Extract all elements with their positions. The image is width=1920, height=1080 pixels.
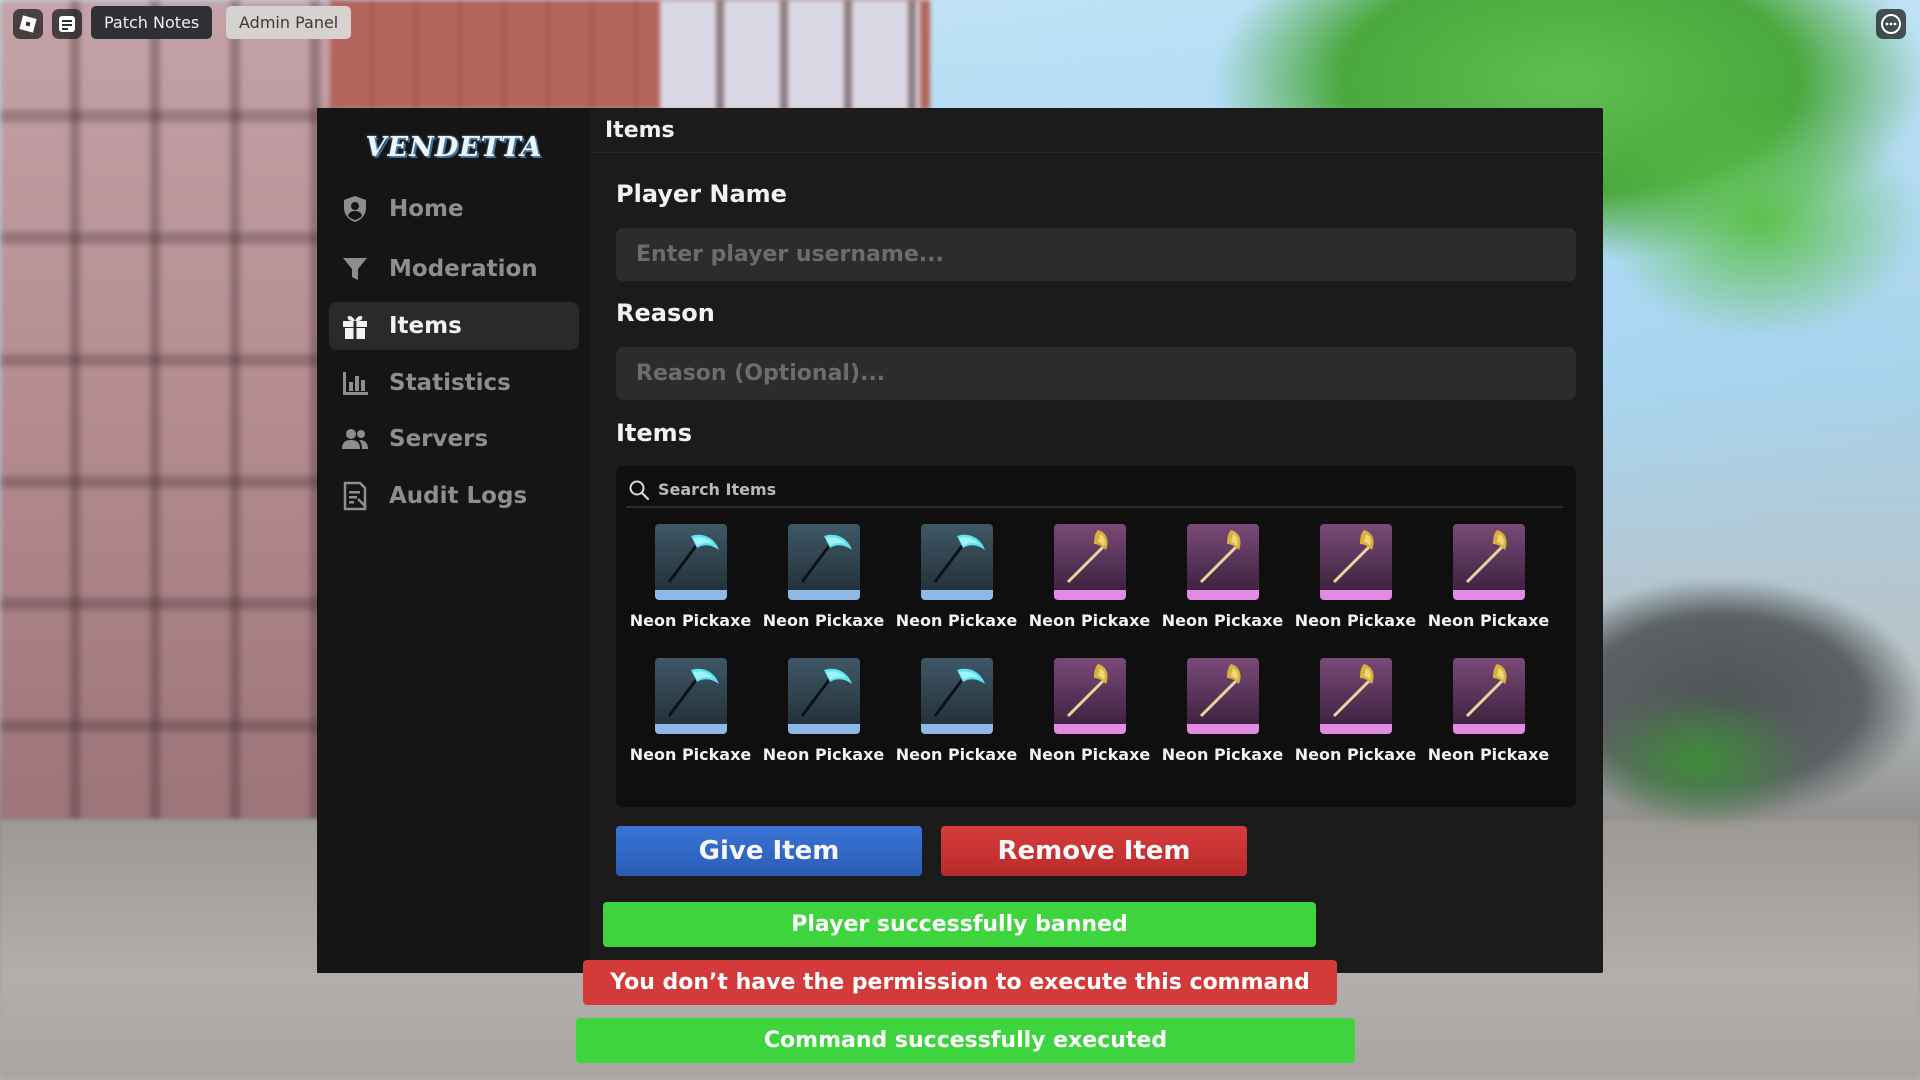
item-card[interactable]: Neon Pickaxe [1023,658,1156,764]
sidebar-item-label: Audit Logs [389,483,528,509]
item-name: Neon Pickaxe [629,611,752,630]
item-name: Neon Pickaxe [1161,745,1284,764]
item-card[interactable]: Neon Pickaxe [1422,658,1555,764]
reason-label: Reason [616,299,715,327]
player-name-label: Player Name [616,180,787,208]
sidebar-item-items[interactable]: Items [329,302,579,350]
item-grid: Neon Pickaxe Neon Pickaxe Neon Pickaxe Neon… [624,524,1569,764]
item-name: Neon Pickaxe [1294,611,1417,630]
ellipsis-circle-icon [1881,14,1901,34]
gold-pickaxe-thumbnail [1452,658,1525,734]
background-palm-tree-right [1600,100,1920,340]
item-card[interactable]: Neon Pickaxe [624,524,757,630]
item-card[interactable]: Neon Pickaxe [890,658,1023,764]
item-card[interactable]: Neon Pickaxe [1422,524,1555,630]
gold-pickaxe-thumbnail [1452,524,1525,600]
users-icon [339,423,371,455]
item-card[interactable]: Neon Pickaxe [1156,658,1289,764]
item-name: Neon Pickaxe [1294,745,1417,764]
background-building [0,0,340,820]
item-name: Neon Pickaxe [762,611,885,630]
item-name: Neon Pickaxe [1028,745,1151,764]
item-search-input[interactable] [658,480,1563,499]
funnel-icon [339,253,371,285]
cyan-pickaxe-thumbnail [920,524,993,600]
sidebar-item-home[interactable]: Home [329,185,579,233]
item-name: Neon Pickaxe [762,745,885,764]
cyan-pickaxe-thumbnail [787,658,860,734]
bar-chart-icon [339,367,371,399]
sidebar-item-label: Moderation [389,256,538,282]
more-options-button[interactable] [1876,9,1906,39]
item-card[interactable]: Neon Pickaxe [890,524,1023,630]
cyan-pickaxe-thumbnail [920,658,993,734]
shield-user-icon [339,193,371,225]
items-container: Neon Pickaxe Neon Pickaxe Neon Pickaxe Neon… [616,466,1576,807]
remove-item-button[interactable]: Remove Item [941,826,1247,876]
tab-patch-notes[interactable]: Patch Notes [91,6,213,39]
gold-pickaxe-thumbnail [1053,658,1126,734]
page-title: Items [590,108,1603,153]
notes-icon [59,16,75,32]
item-name: Neon Pickaxe [629,745,752,764]
sidebar-item-audit-logs[interactable]: Audit Logs [329,472,579,520]
gold-pickaxe-thumbnail [1186,524,1259,600]
give-item-button[interactable]: Give Item [616,826,922,876]
item-card[interactable]: Neon Pickaxe [624,658,757,764]
sidebar-item-statistics[interactable]: Statistics [329,359,579,407]
background-window [660,0,920,110]
item-name: Neon Pickaxe [895,745,1018,764]
cyan-pickaxe-thumbnail [654,524,727,600]
notification-error: You don’t have the permission to execute… [583,960,1337,1005]
item-card[interactable]: Neon Pickaxe [1289,524,1422,630]
notification-success: Command successfully executed [576,1018,1355,1063]
document-icon [339,480,371,512]
player-name-input[interactable] [616,228,1576,281]
sidebar-item-label: Items [389,313,462,339]
gold-pickaxe-thumbnail [1186,658,1259,734]
items-label: Items [616,419,692,447]
item-name: Neon Pickaxe [1427,611,1550,630]
item-card[interactable]: Neon Pickaxe [757,524,890,630]
gift-icon [339,310,371,342]
sidebar-item-label: Servers [389,426,489,452]
sidebar-item-label: Home [389,196,464,222]
sidebar-item-servers[interactable]: Servers [329,415,579,463]
item-name: Neon Pickaxe [1427,745,1550,764]
gold-pickaxe-thumbnail [1053,524,1126,600]
gold-pickaxe-thumbnail [1319,658,1392,734]
sidebar-item-moderation[interactable]: Moderation [329,245,579,293]
tab-admin-panel[interactable]: Admin Panel [226,6,352,39]
item-card[interactable]: Neon Pickaxe [1289,658,1422,764]
item-card[interactable]: Neon Pickaxe [1023,524,1156,630]
cyan-pickaxe-thumbnail [787,524,860,600]
sidebar: VENDETTA Home Moderation Items Statistic… [317,108,590,973]
gold-pickaxe-thumbnail [1319,524,1392,600]
roblox-menu-button[interactable] [13,9,43,39]
admin-panel: VENDETTA Home Moderation Items Statistic… [317,108,1603,973]
sidebar-item-label: Statistics [389,370,511,396]
vendetta-logo: VENDETTA [365,131,543,163]
chat-log-button[interactable] [52,9,82,39]
item-search-bar [626,473,1563,508]
item-card[interactable]: Neon Pickaxe [1156,524,1289,630]
background-brick-wall [330,0,930,110]
search-icon [629,480,650,500]
notification-success: Player successfully banned [603,902,1316,947]
roblox-logo-icon [19,15,37,33]
reason-input[interactable] [616,347,1576,400]
background-bush [1590,690,1810,830]
item-name: Neon Pickaxe [895,611,1018,630]
item-card[interactable]: Neon Pickaxe [757,658,890,764]
background-rock [1590,580,1920,820]
item-name: Neon Pickaxe [1028,611,1151,630]
cyan-pickaxe-thumbnail [654,658,727,734]
item-name: Neon Pickaxe [1161,611,1284,630]
